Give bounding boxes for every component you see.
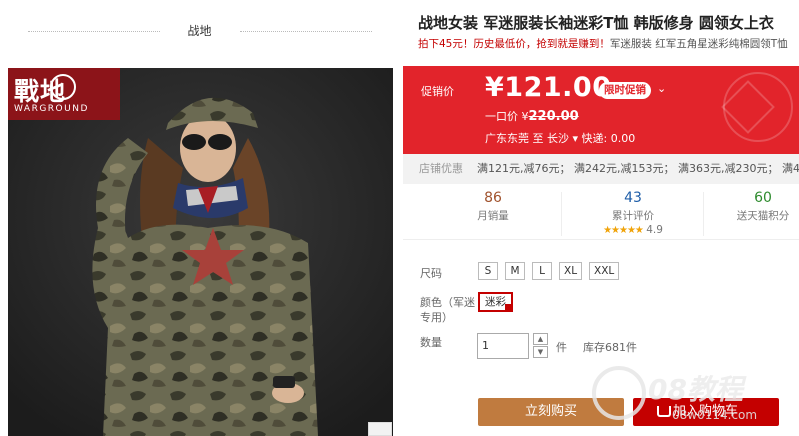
- stock-count: 库存681件: [583, 341, 637, 354]
- original-price-value: 220.00: [528, 109, 579, 124]
- qty-decrease-button[interactable]: ▼: [533, 346, 548, 358]
- size-option-s[interactable]: S: [478, 262, 498, 280]
- chevron-down-icon[interactable]: ⌄: [657, 82, 666, 95]
- add-to-cart-button[interactable]: 加入购物车: [633, 398, 779, 426]
- original-price-label: 一口价 ¥: [485, 110, 529, 123]
- size-option-xxl[interactable]: XXL: [589, 262, 620, 280]
- price-label: 促销价: [421, 85, 454, 98]
- shop-promo-bar: 店铺优惠 满121元,减76元； 满242元,减153元； 满363元,减230…: [403, 154, 799, 184]
- color-label-line1: 颜色（军迷: [420, 296, 475, 309]
- monthly-sales-value: 86: [484, 190, 502, 206]
- color-option-camo[interactable]: 迷彩: [478, 292, 513, 312]
- brand-logo-cn: 戰地: [14, 77, 67, 106]
- qty-unit: 件: [556, 341, 567, 354]
- stat-reviews[interactable]: 43 累计评价 ★★★★★ 4.9: [563, 186, 703, 236]
- image-zoom-tag[interactable]: [368, 422, 392, 436]
- original-price: 一口价 ¥220.00: [485, 108, 579, 124]
- brand-logo-en: WARGROUND: [14, 104, 89, 114]
- product-main-image[interactable]: 戰地 WARGROUND: [8, 68, 393, 436]
- color-option-label: 迷彩: [485, 296, 506, 308]
- star-rating-icon: ★★★★★: [603, 225, 644, 236]
- promo-badge: 限时促销: [599, 82, 651, 99]
- monthly-sales-label: 月销量: [477, 210, 509, 222]
- color-label: 颜色（军迷 专用）: [420, 295, 475, 325]
- shipping-info[interactable]: 广东东莞 至 长沙 ▾ 快递: 0.00: [485, 130, 635, 146]
- stat-points: 60 送天猫积分: [703, 186, 799, 223]
- size-options: S M L XL XXL: [478, 262, 620, 280]
- qty-label: 数量: [420, 336, 442, 349]
- subtitle-desc: 军迷服装 红军五角星迷彩纯棉圆领T恤: [609, 38, 788, 50]
- price-panel: 促销价 ¥121.00 限时促销 ⌄ 一口价 ¥220.00 广东东莞 至 长沙…: [403, 66, 799, 154]
- add-to-cart-label: 加入购物车: [673, 404, 739, 419]
- product-stats: 86 月销量 43 累计评价 ★★★★★ 4.9 60 送天猫积分: [403, 186, 799, 240]
- qty-increase-button[interactable]: ▲: [533, 333, 548, 345]
- shop-header: 战地: [0, 0, 395, 66]
- divider-right: [240, 31, 372, 32]
- product-subtitle: 拍下45元！历史最低价，抢到就是赚到！军迷服装 红军五角星迷彩纯棉圆领T恤: [418, 36, 788, 51]
- size-label: 尺码: [420, 267, 442, 280]
- reviews-value: 43: [624, 190, 642, 206]
- selected-check-icon: [505, 304, 513, 312]
- stat-monthly-sales: 86 月销量: [423, 186, 563, 223]
- size-option-xl[interactable]: XL: [559, 262, 583, 280]
- price-value: ¥121.00: [485, 72, 612, 103]
- product-title: 战地女装 军迷服装长袖迷彩T恤 韩版修身 圆领女上衣: [418, 14, 774, 32]
- size-option-m[interactable]: M: [505, 262, 525, 280]
- promo-label: 店铺优惠: [419, 162, 463, 175]
- model-illustration: [8, 68, 393, 436]
- subtitle-promo: 拍下45元！历史最低价，抢到就是赚到！: [418, 38, 610, 50]
- cart-icon: [657, 406, 671, 417]
- promo-items: 满121元,减76元； 满242元,减153元； 满363元,减230元； 满4…: [477, 162, 799, 175]
- points-value: 60: [754, 190, 772, 206]
- size-option-l[interactable]: L: [532, 262, 552, 280]
- buy-now-button[interactable]: 立刻购买: [478, 398, 624, 426]
- rating-row: ★★★★★ 4.9: [563, 224, 703, 236]
- rating-value: 4.9: [646, 224, 663, 236]
- points-label: 送天猫积分: [736, 210, 790, 222]
- brand-logo: 戰地 WARGROUND: [8, 68, 120, 120]
- quantity-input[interactable]: 1: [477, 333, 529, 359]
- stat-divider: [561, 192, 562, 236]
- reviews-label: 累计评价: [612, 210, 654, 222]
- color-label-line2: 专用）: [420, 311, 453, 324]
